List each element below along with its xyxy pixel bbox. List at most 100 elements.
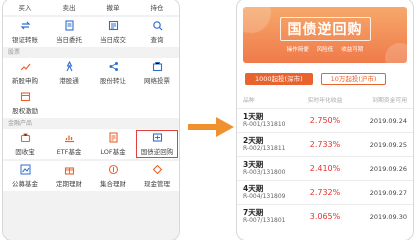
row-date: 2019.09.25	[369, 140, 407, 149]
account-row: 银证转账 当日委托 当日成交 查询	[3, 17, 179, 47]
row-code: R-004/131809	[243, 193, 286, 200]
row-name: 2天期	[243, 136, 264, 145]
row-rate: 2.410%	[309, 164, 341, 173]
cancel-order-button[interactable]: 撤单	[91, 0, 135, 15]
fixed-term-label: 定期理财	[56, 180, 82, 188]
banner-features: 操作简便 风险低 收益可期	[287, 45, 364, 53]
table-row[interactable]: 2天期 R-002/131811 2.733% 2019.09.25	[237, 132, 413, 156]
market-tabs: 1000起投(深市) 10万起投(沪市)	[245, 73, 413, 85]
today-deals-label: 当日成交	[100, 36, 126, 44]
banner-title: 国债逆回购	[279, 17, 371, 41]
online-voting-button[interactable]: 网络投票	[135, 58, 179, 88]
row-name: 1天期	[243, 112, 264, 121]
row-name: 4天期	[243, 184, 264, 193]
ipo-subscription-label: 新股申购	[12, 77, 38, 85]
table-header: 品种 实时年化收益 到期资金可用	[237, 95, 413, 104]
row-code: R-003/131800	[243, 169, 286, 176]
fixed-term-button[interactable]: 定期理财	[47, 161, 91, 191]
repo-banner: 国债逆回购 操作简便 风险低 收益可期	[237, 0, 413, 73]
header-name: 品种	[243, 98, 255, 104]
row-date: 2019.09.30	[369, 212, 407, 221]
fixed-income-button[interactable]: 固收宝	[3, 129, 47, 159]
today-orders-label: 当日委托	[56, 36, 82, 44]
online-voting-label: 网络投票	[144, 77, 170, 85]
treasury-repo-label: 国债逆回购	[140, 148, 174, 156]
cash-management-button[interactable]: 现金管理	[135, 161, 179, 191]
row-date: 2019.09.27	[369, 188, 407, 197]
table-row[interactable]: 4天期 R-004/131809 2.732% 2019.09.27	[237, 180, 413, 204]
ballot-icon	[152, 61, 163, 72]
bank-transfer-label: 银证转账	[12, 36, 38, 44]
finance-row: 固收宝 ETF基金 LOF基金 国债逆回购	[3, 129, 179, 159]
lof-fund-button[interactable]: LOF基金	[91, 129, 135, 159]
bond-icon	[152, 132, 163, 143]
section-stock: 股票	[3, 47, 179, 58]
section-finance: 金融产品	[3, 118, 179, 129]
row-rate: 3.065%	[309, 212, 341, 221]
lof-fund-label: LOF基金	[100, 148, 126, 156]
row-name: 7天期	[243, 208, 264, 217]
tab-shanghai[interactable]: 10万起投(沪市)	[320, 73, 387, 85]
row-rate: 2.733%	[309, 140, 341, 149]
collective-finance-button[interactable]: 集合理财	[91, 161, 135, 191]
diamond-icon	[152, 164, 163, 175]
row-code: R-002/131811	[243, 145, 286, 152]
banner-feature: 操作简便	[286, 47, 309, 53]
table-row[interactable]: 1天期 R-001/131810 2.750% 2019.09.24	[237, 108, 413, 132]
etf-fund-button[interactable]: ETF基金	[47, 129, 91, 159]
row-code: R-007/131801	[243, 217, 286, 224]
chart-icon	[64, 132, 75, 143]
sell-button[interactable]: 卖出	[47, 0, 91, 15]
banner-feature: 收益可期	[341, 47, 364, 53]
banner-decoration	[237, 0, 271, 33]
coins-icon	[108, 164, 119, 175]
treasury-repo-screen: 国债逆回购 操作简便 风险低 收益可期 1000起投(深市) 10万起投(沪市)…	[236, 0, 414, 240]
buy-label: 买入	[18, 4, 32, 12]
public-fund-button[interactable]: 公募基金	[3, 161, 47, 191]
search-icon	[152, 20, 163, 31]
stock-row: 新股申购 港股通 股份转让 网络投票	[3, 58, 179, 88]
positions-label: 持仓	[150, 4, 164, 12]
share-icon	[108, 61, 119, 72]
header-date: 到期资金可用	[372, 98, 407, 104]
buy-button[interactable]: 买入	[3, 0, 47, 15]
today-deals-button[interactable]: 当日成交	[91, 17, 135, 47]
row-code: R-001/131810	[243, 121, 286, 128]
positions-button[interactable]: 持仓	[135, 0, 179, 15]
query-label: 查询	[150, 36, 164, 44]
collective-finance-label: 集合理财	[100, 180, 126, 188]
row-date: 2019.09.26	[369, 164, 407, 173]
hk-icon	[64, 61, 75, 72]
list-icon	[108, 20, 119, 31]
calendar-icon	[20, 91, 31, 102]
hk-connect-button[interactable]: 港股通	[47, 58, 91, 88]
bank-transfer-button[interactable]: 银证转账	[3, 17, 47, 47]
table-row[interactable]: 7天期 R-007/131801 3.065% 2019.09.30	[237, 204, 413, 228]
repo-list: 1天期 R-001/131810 2.750% 2019.09.24 2天期 R-0…	[237, 108, 413, 228]
share-transfer-label: 股份转让	[100, 77, 126, 85]
trade-menu-screen: 买入 卖出 撤单 持仓 银证转账 当日委托 当日成交 查询 股票 新股申购 港股…	[2, 0, 180, 240]
public-fund-label: 公募基金	[12, 180, 38, 188]
treasury-repo-button[interactable]: 国债逆回购	[135, 129, 179, 159]
row-rate: 2.732%	[309, 188, 341, 197]
table-row[interactable]: 3天期 R-003/131800 2.410% 2019.09.26	[237, 156, 413, 180]
row-name: 3天期	[243, 160, 264, 169]
header-rate: 实时年化收益	[307, 98, 343, 104]
row-date: 2019.09.24	[369, 116, 407, 125]
equity-incentive-button[interactable]: 股权激励	[3, 88, 48, 118]
equity-row: 股权激励	[3, 88, 179, 118]
gift-icon	[64, 164, 75, 175]
fixed-income-label: 固收宝	[15, 148, 35, 156]
share-transfer-button[interactable]: 股份转让	[91, 58, 135, 88]
banner-decoration	[385, 43, 413, 73]
today-orders-button[interactable]: 当日委托	[47, 17, 91, 47]
banner-feature: 风险低	[316, 47, 334, 53]
cash-management-label: 现金管理	[144, 180, 170, 188]
document-icon	[64, 20, 75, 31]
ipo-subscription-button[interactable]: 新股申购	[3, 58, 47, 88]
query-button[interactable]: 查询	[135, 17, 179, 47]
arrow-right-icon	[188, 117, 234, 137]
top-action-row: 买入 卖出 撤单 持仓	[3, 0, 179, 15]
line-chart-icon	[20, 164, 31, 175]
tab-shenzhen[interactable]: 1000起投(深市)	[245, 73, 313, 85]
